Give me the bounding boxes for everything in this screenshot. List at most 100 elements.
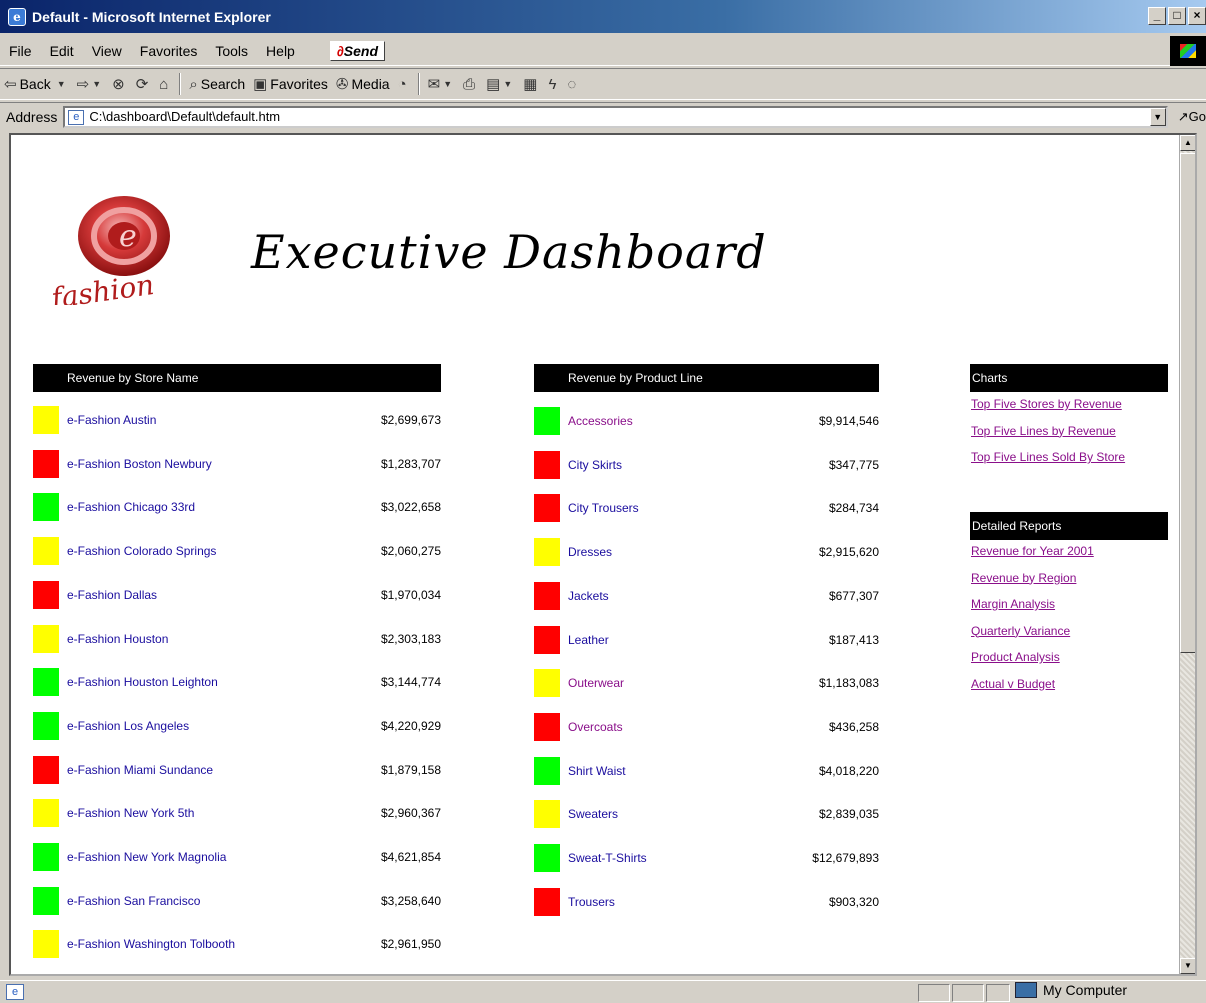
sidebar-link[interactable]: Top Five Stores by Revenue [971, 397, 1122, 411]
back-label: Back [19, 76, 51, 92]
page-title: Executive Dashboard [251, 225, 767, 279]
row-link[interactable]: Trousers [568, 895, 615, 909]
discuss-button[interactable]: ▦ [519, 75, 544, 93]
row-value: $2,060,275 [380, 544, 441, 559]
mail-button[interactable]: ✉ ▼ [424, 75, 460, 93]
maximize-button[interactable]: □ [1168, 7, 1186, 25]
revenue-row: e-Fashion Houston $2,303,183 [33, 624, 441, 653]
revenue-row: Overcoats $436,258 [534, 712, 879, 741]
revenue-row: e-Fashion Austin $2,699,673 [33, 406, 441, 434]
print-button[interactable]: ⎙ [459, 76, 482, 93]
row-link[interactable]: e-Fashion New York 5th [67, 806, 194, 820]
row-link[interactable]: e-Fashion Houston Leighton [67, 675, 218, 689]
row-link[interactable]: Shirt Waist [568, 764, 626, 778]
lightning-icon: ϟ [548, 75, 557, 93]
row-link[interactable]: e-Fashion Houston [67, 632, 168, 646]
menu-tools[interactable]: Tools [206, 43, 257, 59]
vertical-scrollbar[interactable]: ▲ ▼ [1179, 135, 1195, 974]
row-link[interactable]: Jackets [568, 589, 609, 603]
revenue-row: e-Fashion Colorado Springs $2,060,275 [33, 537, 441, 566]
media-icon: ✇ [335, 76, 349, 93]
row-value: $436,258 [828, 719, 879, 734]
refresh-button[interactable]: ⟳ [132, 75, 156, 93]
scroll-down-arrow-icon[interactable]: ▼ [1180, 958, 1195, 974]
row-value: $677,307 [828, 588, 879, 603]
row-link[interactable]: e-Fashion Chicago 33rd [67, 500, 195, 514]
row-link[interactable]: Leather [568, 633, 609, 647]
favorites-button[interactable]: ▣ Favorites [249, 75, 332, 93]
history-button[interactable]: ◔ [394, 76, 414, 93]
sidebar-link[interactable]: Revenue by Region [971, 571, 1076, 585]
window-title: Default - Microsoft Internet Explorer [32, 8, 271, 25]
back-button[interactable]: ⇦ Back ▼ [0, 75, 73, 93]
scroll-up-arrow-icon[interactable]: ▲ [1180, 135, 1195, 151]
status-swatch [33, 493, 59, 522]
sidebar-link[interactable]: Top Five Lines Sold By Store [971, 450, 1125, 464]
status-swatch [33, 406, 59, 434]
status-swatch [534, 669, 560, 698]
address-input[interactable]: e C:\dashboard\Default\default.htm ▼ [63, 105, 1168, 128]
row-link[interactable]: City Skirts [568, 458, 622, 472]
row-link[interactable]: e-Fashion Dallas [67, 588, 157, 602]
row-link[interactable]: Accessories [568, 414, 633, 428]
dropdown-arrow-icon: ▼ [503, 79, 513, 89]
sidebar-link[interactable]: Revenue for Year 2001 [971, 544, 1094, 558]
revenue-row: Dresses $2,915,620 [534, 538, 879, 567]
address-label: Address [6, 108, 58, 125]
home-icon: ⌂ [159, 75, 169, 93]
scrollbar-thumb[interactable] [1180, 153, 1195, 653]
security-zone: My Computer [1015, 982, 1127, 998]
address-url: C:\dashboard\Default\default.htm [89, 109, 281, 124]
row-link[interactable]: e-Fashion Colorado Springs [67, 544, 216, 558]
close-button[interactable]: × [1188, 7, 1206, 25]
edit-button[interactable]: ▤ ▼ [482, 75, 519, 93]
row-link[interactable]: e-Fashion Boston Newbury [67, 457, 212, 471]
messenger-button[interactable]: ϟ [544, 76, 563, 93]
forward-button[interactable]: ⇨ ▼ [73, 75, 109, 93]
menu-edit[interactable]: Edit [41, 43, 83, 59]
sidebar-link[interactable]: Top Five Lines by Revenue [971, 424, 1116, 438]
history-icon: ◔ [397, 75, 407, 93]
address-dropdown-button[interactable]: ▼ [1149, 107, 1166, 126]
row-link[interactable]: Outerwear [568, 676, 624, 690]
revenue-row: e-Fashion New York 5th $2,960,367 [33, 799, 441, 828]
status-swatch [33, 537, 59, 566]
chat-button[interactable]: ◌ [563, 76, 583, 93]
search-button[interactable]: ⌕ Search [185, 76, 249, 93]
row-link[interactable]: e-Fashion Washington Tolbooth [67, 937, 235, 951]
home-button[interactable]: ⌂ [155, 76, 175, 93]
go-button[interactable]: ↗Go [1178, 109, 1206, 125]
revenue-row: e-Fashion Miami Sundance $1,879,158 [33, 755, 441, 784]
store-panel-header: Revenue by Store Name [33, 364, 441, 392]
row-link[interactable]: Overcoats [568, 720, 623, 734]
row-link[interactable]: e-Fashion Austin [67, 413, 156, 427]
row-link[interactable]: Sweat-T-Shirts [568, 851, 647, 865]
mail-icon: ✉ [427, 76, 441, 93]
row-link[interactable]: e-Fashion Miami Sundance [67, 763, 213, 777]
zone-label: My Computer [1043, 982, 1128, 998]
media-button[interactable]: ✇ Media [332, 75, 394, 93]
row-link[interactable]: e-Fashion Los Angeles [67, 719, 189, 733]
row-link[interactable]: e-Fashion New York Magnolia [67, 850, 226, 864]
row-link[interactable]: City Trousers [568, 501, 639, 515]
row-link[interactable]: e-Fashion San Francisco [67, 894, 200, 908]
row-link[interactable]: Dresses [568, 545, 612, 559]
row-link[interactable]: Sweaters [568, 807, 618, 821]
send-button[interactable]: ∂Send [329, 40, 385, 61]
row-value: $347,775 [828, 457, 879, 472]
menu-bar: File Edit View Favorites Tools Help ∂Sen… [0, 36, 1206, 66]
menu-view[interactable]: View [83, 43, 131, 59]
status-swatch [534, 800, 560, 829]
sidebar-link[interactable]: Product Analysis [971, 650, 1060, 664]
stop-button[interactable]: ⊗ [108, 75, 132, 93]
menu-help[interactable]: Help [257, 43, 304, 59]
sidebar-link[interactable]: Quarterly Variance [971, 624, 1070, 638]
menu-file[interactable]: File [0, 43, 41, 59]
menu-favorites[interactable]: Favorites [131, 43, 207, 59]
row-value: $4,018,220 [818, 763, 879, 778]
sidebar-link[interactable]: Margin Analysis [971, 597, 1055, 611]
sidebar-link[interactable]: Actual v Budget [971, 677, 1055, 691]
minimize-button[interactable]: _ [1148, 7, 1166, 25]
status-swatch [33, 930, 59, 959]
refresh-icon: ⟳ [135, 76, 149, 93]
